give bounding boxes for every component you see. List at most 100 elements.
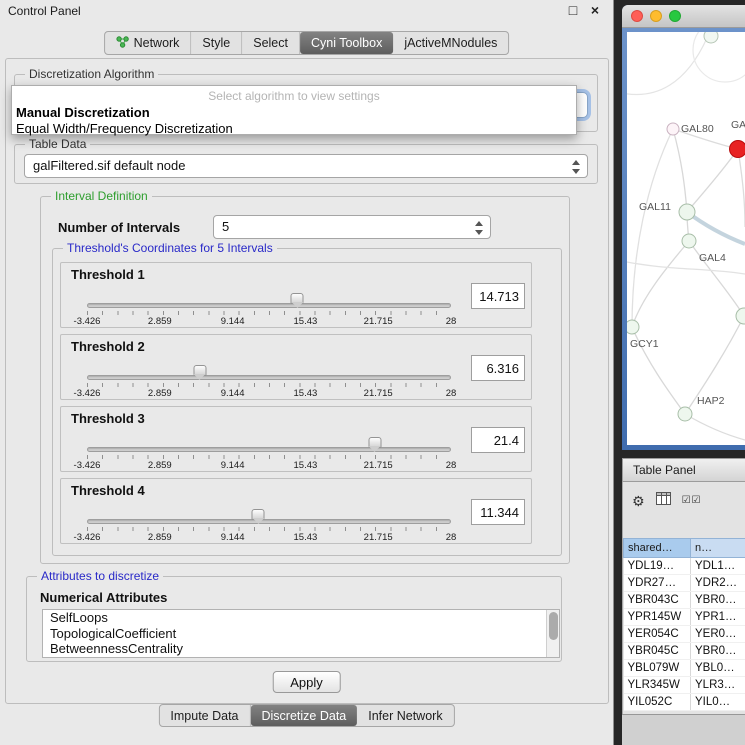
network-node[interactable]	[627, 320, 639, 334]
slider-track[interactable]	[87, 375, 451, 380]
list-scrollbar[interactable]	[546, 610, 559, 657]
table-panel-toolbar: ⚙ ☑☑	[623, 482, 745, 512]
combo-stepper-icon[interactable]	[570, 159, 583, 175]
table-panel-header[interactable]: Table Panel	[622, 458, 745, 482]
network-node[interactable]	[736, 308, 745, 324]
slider-track[interactable]	[87, 303, 451, 308]
cell[interactable]: YBR045C	[624, 643, 691, 660]
cell[interactable]: YPR145W	[624, 609, 691, 626]
cell[interactable]: YIL052C	[624, 694, 691, 711]
table-row[interactable]: YBR043CYBR0…	[624, 592, 745, 609]
slider-handle[interactable]	[252, 509, 265, 520]
network-node[interactable]	[682, 234, 696, 248]
list-item[interactable]: SelfLoops	[43, 610, 559, 626]
threshold-slider[interactable]: -3.426 2.859 9.144 15.43 21.715 28	[87, 437, 451, 471]
network-window-titlebar[interactable]	[622, 5, 745, 28]
cell[interactable]: YBR0…	[691, 592, 745, 609]
table-row[interactable]: YBR045CYBR0…	[624, 643, 745, 660]
tab-label: Cyni Toolbox	[311, 36, 382, 50]
cell[interactable]: YPR1…	[691, 609, 745, 626]
tab-select[interactable]: Select	[242, 32, 300, 54]
list-item[interactable]: TopologicalCoefficient	[43, 626, 559, 642]
cell[interactable]: YDR2…	[691, 575, 745, 592]
dropdown-option[interactable]: Equal Width/Frequency Discretization	[12, 120, 576, 136]
gear-icon[interactable]: ⚙	[632, 494, 645, 508]
table-row[interactable]: YBL079WYBL0…	[624, 660, 745, 677]
table-row[interactable]: YDL19…YDL1…	[624, 558, 745, 575]
table-row[interactable]: YPR145WYPR1…	[624, 609, 745, 626]
threshold-value-field[interactable]	[471, 283, 525, 309]
network-node[interactable]	[704, 32, 718, 43]
network-node[interactable]	[679, 204, 695, 220]
column-header-shared-name[interactable]: shared…	[624, 539, 691, 558]
network-canvas[interactable]: GAL80 GA GAL11 GAL4 GCY1 HAP2	[627, 32, 745, 445]
zoom-traffic-light-icon[interactable]	[669, 10, 681, 22]
scale-label: 21.715	[364, 316, 393, 327]
network-edge	[685, 414, 745, 440]
tab-infer-network[interactable]: Infer Network	[357, 705, 453, 726]
numerical-attributes-list[interactable]: SelfLoops TopologicalCoefficient Between…	[42, 609, 560, 658]
cell[interactable]: YBL079W	[624, 660, 691, 677]
list-item[interactable]: BetweennessCentrality	[43, 641, 559, 657]
node-label: GAL11	[639, 201, 671, 213]
scrollbar-thumb[interactable]	[549, 612, 558, 640]
apply-button[interactable]: Apply	[272, 671, 341, 693]
network-node[interactable]	[678, 407, 692, 421]
table-row[interactable]: YER054CYER0…	[624, 626, 745, 643]
cell[interactable]: YIL0…	[691, 694, 745, 711]
slider-track[interactable]	[87, 519, 451, 524]
slider-handle[interactable]	[193, 365, 206, 376]
slider-ticks	[87, 383, 451, 387]
network-node[interactable]	[667, 123, 679, 135]
slider-handle[interactable]	[368, 437, 381, 448]
cell[interactable]: YLR345W	[624, 677, 691, 694]
control-panel-tabbar: Network Style Select Cyni Toolbox jActiv…	[104, 31, 510, 55]
column-header-name[interactable]: n…	[691, 539, 745, 558]
cell[interactable]: YBR043C	[624, 592, 691, 609]
network-edge	[693, 32, 745, 82]
tab-style[interactable]: Style	[191, 32, 242, 54]
columns-icon[interactable]	[656, 492, 671, 510]
cell[interactable]: YDL1…	[691, 558, 745, 575]
cell[interactable]: YBR0…	[691, 643, 745, 660]
slider-track[interactable]	[87, 447, 451, 452]
float-window-icon[interactable]: □	[565, 2, 581, 18]
threshold-slider[interactable]: -3.426 2.859 9.144 15.43 21.715 28	[87, 509, 451, 543]
table-row[interactable]: YIL052CYIL0…	[624, 694, 745, 711]
cell[interactable]: YBL0…	[691, 660, 745, 677]
tab-jactivemnodules[interactable]: jActiveMNodules	[393, 32, 508, 54]
tab-cyni-toolbox[interactable]: Cyni Toolbox	[300, 32, 393, 54]
scale-label: 21.715	[364, 388, 393, 399]
threshold-slider[interactable]: -3.426 2.859 9.144 15.43 21.715 28	[87, 365, 451, 399]
tab-network[interactable]: Network	[105, 32, 192, 54]
network-node-selected[interactable]	[730, 141, 745, 158]
table-data-combobox[interactable]: galFiltered.sif default node	[24, 154, 588, 178]
tab-discretize-data[interactable]: Discretize Data	[251, 705, 358, 726]
num-intervals-label: Number of Intervals	[58, 220, 180, 235]
table-row[interactable]: YLR345WYLR3…	[624, 677, 745, 694]
dropdown-option[interactable]: Manual Discretization	[12, 104, 576, 120]
threshold-value-field[interactable]	[471, 355, 525, 381]
cell[interactable]: YLR3…	[691, 677, 745, 694]
threshold-value-field[interactable]	[471, 499, 525, 525]
control-panel-titlebar[interactable]: Control Panel □ ×	[0, 0, 613, 22]
scale-label: 15.43	[294, 460, 318, 471]
cell[interactable]: YDR27…	[624, 575, 691, 592]
threshold-slider[interactable]: -3.426 2.859 9.144 15.43 21.715 28	[87, 293, 451, 327]
network-view-window: GAL80 GA GAL11 GAL4 GCY1 HAP2	[622, 5, 745, 450]
cell[interactable]: YER0…	[691, 626, 745, 643]
table-row[interactable]: YDR27…YDR2…	[624, 575, 745, 592]
slider-handle[interactable]	[291, 293, 304, 304]
cell[interactable]: YER054C	[624, 626, 691, 643]
close-icon[interactable]: ×	[587, 2, 603, 18]
threshold-value-field[interactable]	[471, 427, 525, 453]
minimize-traffic-light-icon[interactable]	[650, 10, 662, 22]
scale-label: 2.859	[148, 460, 172, 471]
tab-impute-data[interactable]: Impute Data	[159, 705, 250, 726]
num-intervals-combobox[interactable]: 5	[213, 215, 491, 239]
cell[interactable]: YDL19…	[624, 558, 691, 575]
close-traffic-light-icon[interactable]	[631, 10, 643, 22]
select-columns-icon[interactable]: ☑☑	[682, 495, 702, 506]
combo-stepper-icon[interactable]	[473, 220, 486, 236]
scale-label: 21.715	[364, 532, 393, 543]
